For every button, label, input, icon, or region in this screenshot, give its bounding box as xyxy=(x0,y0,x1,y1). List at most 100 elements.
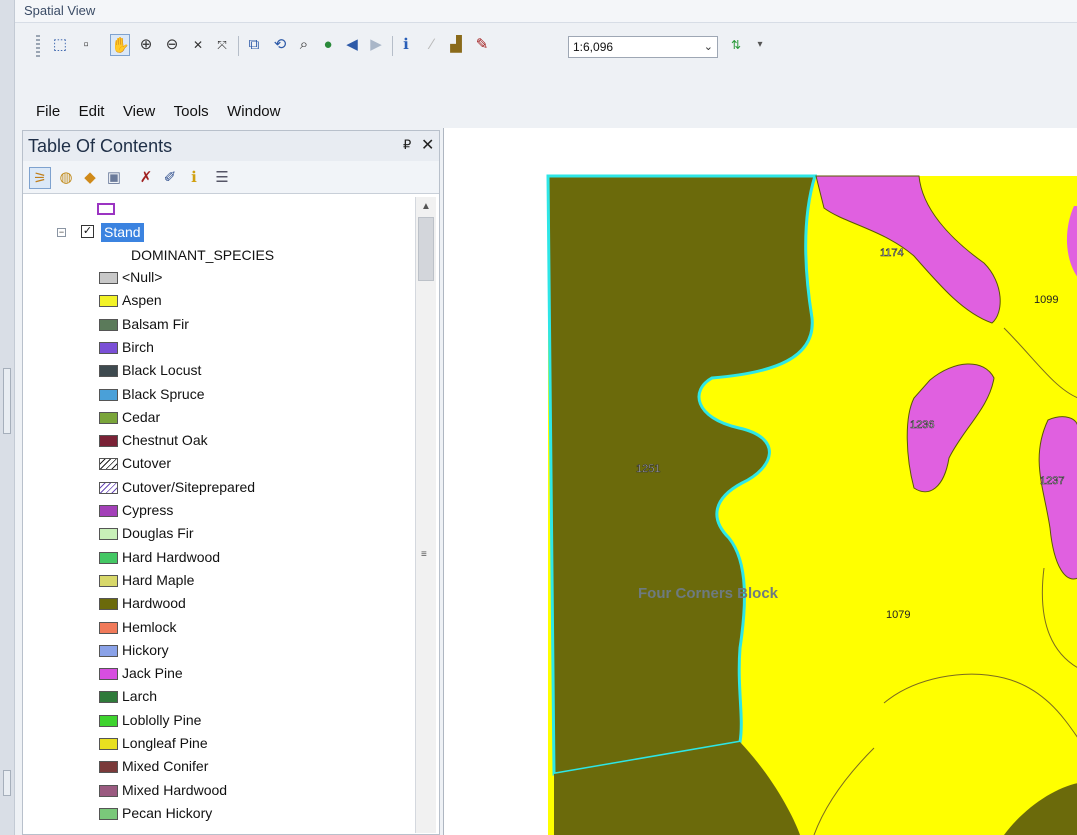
legend-swatch[interactable] xyxy=(99,435,118,448)
legend-label: Jack Pine xyxy=(122,665,183,682)
toc-header: Table Of Contents ₽ ✕ xyxy=(23,131,439,161)
list-by-source-icon[interactable]: ◍ xyxy=(55,167,77,189)
select-elements-icon[interactable]: ⧉ xyxy=(244,34,264,56)
forward-extent-icon[interactable]: ▶ xyxy=(366,34,386,56)
scroll-thumb[interactable] xyxy=(418,217,434,281)
chevron-down-icon[interactable]: ⌄ xyxy=(704,37,713,57)
refresh-icon[interactable]: ⇅ xyxy=(726,34,746,56)
layer-name-stand[interactable]: Stand xyxy=(101,223,144,242)
find-icon[interactable]: ⌕ xyxy=(294,34,314,56)
legend-label: Douglas Fir xyxy=(122,525,194,542)
toc-layer-list: − ✓ Stand DOMINANT_SPECIES <Null> Aspen Ba… xyxy=(23,195,413,835)
back-extent-icon[interactable]: ◀ xyxy=(342,34,362,56)
edit-pencil-icon[interactable]: ✎ xyxy=(472,34,492,56)
legend-swatch[interactable] xyxy=(99,668,118,681)
menu-bar: File Edit View Tools Window xyxy=(22,98,280,126)
legend-swatch[interactable] xyxy=(99,761,118,774)
dock-grip-lower[interactable] xyxy=(3,770,11,796)
menu-view[interactable]: View xyxy=(123,98,155,126)
legend-swatch[interactable] xyxy=(99,551,118,564)
legend-label: Hard Hardwood xyxy=(122,548,221,565)
menu-tools[interactable]: Tools xyxy=(174,98,209,126)
select-features-icon[interactable]: ⬚ xyxy=(50,34,70,56)
measure-icon[interactable]: ▟ xyxy=(446,34,466,56)
legend-label: Hemlock xyxy=(122,618,177,635)
legend-swatch[interactable] xyxy=(99,458,118,471)
map-label-1174: 1174 xyxy=(880,247,904,259)
legend-field-name: DOMINANT_SPECIES xyxy=(131,247,275,263)
options-list-icon[interactable]: ☰ xyxy=(211,167,233,189)
legend-swatch[interactable] xyxy=(99,574,118,587)
legend-swatch[interactable] xyxy=(99,318,118,331)
identify-icon[interactable]: ℹ xyxy=(396,34,416,56)
legend-swatch[interactable] xyxy=(99,341,118,354)
fixed-zoom-out-icon[interactable]: ⤧ xyxy=(212,34,232,56)
close-icon[interactable]: ✕ xyxy=(421,135,434,155)
legend-label: Cutover xyxy=(122,455,172,472)
clear-selection-icon[interactable]: ▫ xyxy=(76,34,96,56)
pencil-select-icon[interactable]: ✐ xyxy=(159,167,181,189)
scroll-up-icon[interactable]: ▲ xyxy=(421,201,431,212)
globe-icon[interactable]: ● xyxy=(318,34,338,56)
toc-title: Table Of Contents xyxy=(28,136,173,156)
legend-swatch[interactable] xyxy=(99,505,118,517)
map-view[interactable]: 1174 1099 1236 1237 1251 1079 Four Corne… xyxy=(443,128,1077,835)
legend-swatch[interactable] xyxy=(99,295,118,308)
legend-label: Birch xyxy=(122,338,154,355)
legend-swatch[interactable] xyxy=(99,411,118,424)
map-block-label: Four Corners Block xyxy=(638,585,779,602)
pan-icon[interactable]: ✋ xyxy=(110,34,130,56)
layer-visibility-checkbox[interactable]: ✓ xyxy=(81,225,94,238)
flag-icon[interactable]: ✗ xyxy=(135,167,157,189)
legend-label: Black Spruce xyxy=(122,385,205,402)
legend-swatch[interactable] xyxy=(99,598,118,611)
table-of-contents-panel: Table Of Contents ₽ ✕ ⚞ ◍ ◆ ▣ ✗ ✐ ℹ ☰ − … xyxy=(22,130,440,835)
scroll-grip-icon[interactable]: ≡ xyxy=(421,549,427,560)
toc-scrollbar[interactable]: ▲ ≡ xyxy=(415,197,436,833)
menu-file[interactable]: File xyxy=(36,98,60,126)
info-icon[interactable]: ℹ xyxy=(183,167,205,189)
legend-swatch[interactable] xyxy=(99,621,118,634)
menu-edit[interactable]: Edit xyxy=(79,98,105,126)
map-scale-dropdown[interactable]: 1:6,096 ⌄ xyxy=(568,36,718,58)
map-label-1251: 1251 xyxy=(636,463,660,475)
edit-vertices-icon[interactable]: ∕ xyxy=(422,34,442,56)
legend-label: Hard Maple xyxy=(122,571,195,588)
toolbar-grip[interactable] xyxy=(36,35,40,57)
legend-swatch[interactable] xyxy=(99,714,118,727)
map-label-1236: 1236 xyxy=(910,419,934,431)
legend-swatch[interactable] xyxy=(99,388,118,401)
legend-label: Mixed Hardwood xyxy=(122,781,228,798)
select-by-lasso-icon[interactable]: ⟲ xyxy=(270,34,290,56)
legend-swatch[interactable] xyxy=(99,365,118,378)
legend-swatch[interactable] xyxy=(99,272,118,284)
dock-grip[interactable] xyxy=(3,368,11,434)
legend-label: Cutover/Siteprepared xyxy=(122,478,256,495)
list-by-visibility-icon[interactable]: ◆ xyxy=(79,167,101,189)
menu-window[interactable]: Window xyxy=(227,98,280,126)
toolbar-separator xyxy=(392,36,393,56)
map-scale-value: 1:6,096 xyxy=(573,40,614,54)
toolbar-options-icon[interactable]: ▾ xyxy=(750,34,770,56)
legend-label: Pecan Hickory xyxy=(122,804,213,821)
legend-swatch[interactable] xyxy=(99,481,118,494)
map-label-1099: 1099 xyxy=(1034,294,1058,306)
tools-toolbar: ⬚ ▫ ✋ ⊕ ⊖ ✕ ⤧ ⧉ ⟲ ⌕ ● ◀ ▶ ℹ ∕ ▟ ✎ 1:6,09… xyxy=(22,28,1077,64)
fixed-zoom-in-icon[interactable]: ✕ xyxy=(188,34,208,56)
window-title: Spatial View xyxy=(24,3,96,18)
legend-label: Mixed Conifer xyxy=(122,758,209,775)
list-by-drawing-order-icon[interactable]: ⚞ xyxy=(29,167,51,189)
legend-swatch[interactable] xyxy=(99,644,118,657)
zoom-in-icon[interactable]: ⊕ xyxy=(136,34,156,56)
list-by-selection-icon[interactable]: ▣ xyxy=(103,167,125,189)
legend-swatch[interactable] xyxy=(99,691,118,704)
legend-swatch[interactable] xyxy=(99,784,118,797)
collapse-icon[interactable]: − xyxy=(57,228,66,237)
map-canvas[interactable]: 1174 1099 1236 1237 1251 1079 Four Corne… xyxy=(444,128,1077,835)
zoom-out-icon[interactable]: ⊖ xyxy=(162,34,182,56)
legend-swatch[interactable] xyxy=(99,807,118,820)
legend-swatch[interactable] xyxy=(99,528,118,541)
legend-label: Larch xyxy=(122,688,158,705)
pin-icon[interactable]: ₽ xyxy=(403,137,411,153)
legend-swatch[interactable] xyxy=(99,738,118,750)
